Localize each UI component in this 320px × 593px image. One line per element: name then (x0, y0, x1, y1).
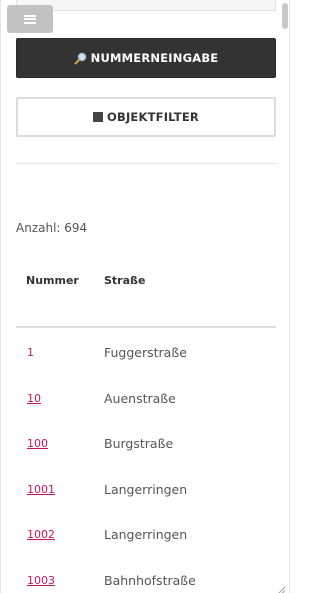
column-header-street[interactable]: Straße (104, 274, 145, 287)
table-row: 1003 Bahnhofstraße (16, 573, 276, 593)
number-link[interactable]: 1001 (27, 483, 55, 496)
table-row: 1 Fuggerstraße (16, 345, 276, 391)
table-row: 1002 Langerringen (16, 527, 276, 573)
number-link[interactable]: 1 (27, 346, 34, 359)
table-row: 10 Auenstraße (16, 391, 276, 437)
divider (16, 163, 276, 164)
square-icon (93, 112, 104, 122)
number-link[interactable]: 1003 (27, 574, 55, 587)
scrollbar-thumb[interactable] (282, 3, 288, 29)
table-header-line (16, 326, 276, 328)
number-entry-button[interactable]: NUMMERNEINGABE (16, 38, 276, 78)
hamburger-icon (24, 14, 36, 24)
resize-handle-icon[interactable] (276, 580, 286, 593)
number-link[interactable]: 10 (27, 392, 41, 405)
result-count: Anzahl: 694 (16, 221, 88, 235)
magnifier-icon (74, 52, 87, 65)
number-link[interactable]: 100 (27, 437, 48, 450)
street-cell: Burgstraße (104, 436, 174, 451)
top-bar (16, 0, 276, 11)
menu-toggle-button[interactable] (7, 5, 53, 33)
number-entry-label: NUMMERNEINGABE (90, 51, 219, 65)
street-cell: Fuggerstraße (104, 345, 187, 360)
street-cell: Langerringen (104, 527, 188, 542)
number-link[interactable]: 1002 (27, 528, 55, 541)
street-cell: Auenstraße (104, 391, 176, 406)
table-row: 1001 Langerringen (16, 482, 276, 528)
street-cell: Bahnhofstraße (104, 573, 196, 588)
street-cell: Langerringen (104, 482, 188, 497)
object-filter-button[interactable]: OBJEKTFILTER (16, 97, 276, 137)
table-row: 100 Burgstraße (16, 436, 276, 482)
app-frame: NUMMERNEINGABE OBJEKTFILTER Anzahl: 694 … (0, 0, 290, 593)
column-header-number[interactable]: Nummer (26, 274, 79, 287)
object-filter-label: OBJEKTFILTER (107, 110, 199, 124)
